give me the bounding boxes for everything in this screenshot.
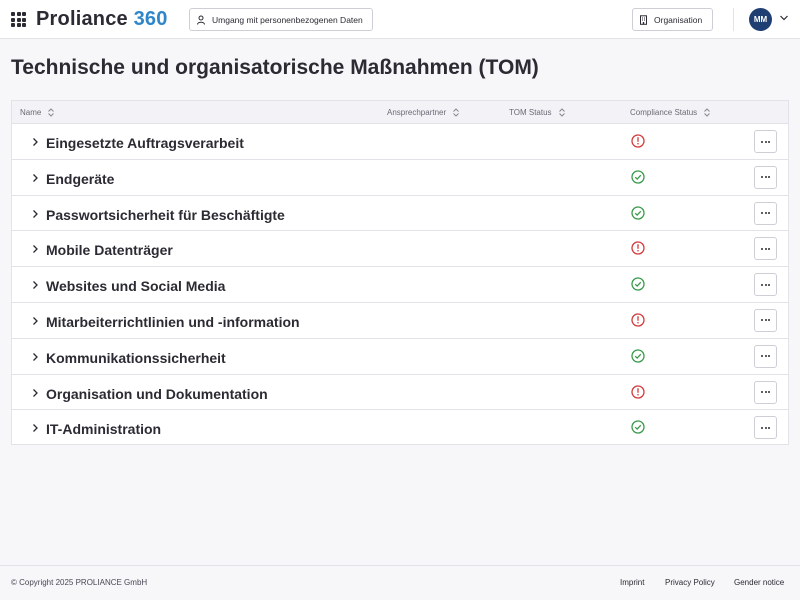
more-icon <box>760 176 771 179</box>
row-more-button[interactable] <box>754 237 777 261</box>
more-icon <box>760 140 771 143</box>
column-header-label: Name <box>20 108 42 117</box>
person-icon <box>197 15 205 25</box>
info-circle-icon <box>631 134 645 153</box>
row-label[interactable]: Mitarbeiterrichtlinien und -information <box>46 314 300 330</box>
row-more-button[interactable] <box>754 344 777 368</box>
check-circle-icon <box>631 349 645 368</box>
info-circle-icon <box>631 241 645 260</box>
chevron-right-icon[interactable] <box>31 244 39 254</box>
table-row[interactable]: Mobile Datenträger <box>12 231 788 268</box>
brand-logo[interactable]: Proliance 360 <box>36 8 168 30</box>
row-more-button[interactable] <box>754 130 777 153</box>
row-label[interactable]: Endgeräte <box>46 171 114 187</box>
table-header: Name Ansprechpartner TOM Status Complian… <box>12 101 788 124</box>
chevron-down-icon[interactable] <box>779 14 789 22</box>
row-more-button[interactable] <box>754 165 777 189</box>
column-header-label: Ansprechpartner <box>387 108 447 117</box>
row-more-button[interactable] <box>754 416 777 440</box>
row-more-button[interactable] <box>754 273 777 297</box>
table-row[interactable]: Eingesetzte Auftragsverarbeit <box>12 124 788 160</box>
row-label[interactable]: Mobile Datenträger <box>46 242 173 258</box>
chevron-right-icon[interactable] <box>31 173 39 183</box>
table-row[interactable]: Websites und Social Media <box>12 267 788 303</box>
brand-name: Proliance <box>36 8 128 30</box>
chevron-right-icon[interactable] <box>31 352 39 362</box>
privacy-policy-link[interactable]: Privacy Policy <box>665 578 715 587</box>
more-icon <box>760 247 771 250</box>
column-header-label: TOM Status <box>509 108 552 117</box>
building-icon <box>640 14 647 25</box>
table-row[interactable]: Kommunikationssicherheit <box>12 339 788 375</box>
column-header-compliance-status[interactable]: Compliance Status <box>630 108 711 117</box>
check-circle-icon <box>631 170 645 189</box>
info-circle-icon <box>631 384 645 404</box>
more-icon <box>760 319 771 322</box>
row-label[interactable]: IT-Administration <box>46 421 161 437</box>
table-body: Eingesetzte Auftragsverarbeit Endgeräte … <box>12 124 788 446</box>
copyright-text: © Copyright 2025 PROLIANCE GmbH <box>11 578 148 587</box>
sort-icon <box>558 108 565 117</box>
row-label[interactable]: Passwortsicherheit für Beschäftigte <box>46 207 285 223</box>
imprint-link[interactable]: Imprint <box>620 578 644 587</box>
table-row[interactable]: Organisation und Dokumentation <box>12 375 788 411</box>
table-row[interactable]: Endgeräte <box>12 160 788 196</box>
organisation-button-label: Organisation <box>654 14 703 25</box>
row-label[interactable]: Kommunikationssicherheit <box>46 350 226 366</box>
table-row[interactable]: Passwortsicherheit für Beschäftigte <box>12 196 788 232</box>
sort-icon <box>48 108 55 117</box>
check-circle-icon <box>631 420 645 439</box>
table-row[interactable]: Mitarbeiterrichtlinien und -information <box>12 303 788 339</box>
chevron-right-icon[interactable] <box>31 137 39 147</box>
brand-number: 360 <box>133 8 168 30</box>
header-divider <box>733 8 734 31</box>
row-more-button[interactable] <box>754 201 777 225</box>
more-icon <box>760 355 771 358</box>
sort-icon <box>453 108 460 117</box>
chevron-right-icon[interactable] <box>31 209 39 219</box>
chevron-right-icon[interactable] <box>31 280 39 290</box>
row-label[interactable]: Eingesetzte Auftragsverarbeit <box>46 135 244 151</box>
gender-notice-link[interactable]: Gender notice <box>734 578 784 587</box>
row-more-button[interactable] <box>754 308 777 332</box>
tom-table: Name Ansprechpartner TOM Status Complian… <box>11 100 789 445</box>
column-header-label: Compliance Status <box>630 108 698 117</box>
personal-data-button-label: Umgang mit personenbezogenen Daten <box>212 14 363 25</box>
chevron-right-icon[interactable] <box>31 423 39 433</box>
grid-icon[interactable] <box>11 12 26 27</box>
page-title: Technische und organisatorische Maßnahme… <box>11 56 539 79</box>
column-header-tom-status[interactable]: TOM Status <box>509 108 565 117</box>
row-more-button[interactable] <box>754 380 777 404</box>
more-icon <box>760 283 771 286</box>
avatar[interactable]: MM <box>749 8 772 31</box>
organisation-button[interactable]: Organisation <box>632 8 713 31</box>
personal-data-button[interactable]: Umgang mit personenbezogenen Daten <box>189 8 373 31</box>
footer: © Copyright 2025 PROLIANCE GmbH Imprint … <box>0 565 800 600</box>
column-header-contact[interactable]: Ansprechpartner <box>387 108 460 117</box>
chevron-right-icon[interactable] <box>31 388 39 398</box>
row-label[interactable]: Websites und Social Media <box>46 278 225 294</box>
top-bar: Proliance 360 Umgang mit personenbezogen… <box>0 0 800 39</box>
more-icon <box>760 212 771 215</box>
info-circle-icon <box>631 313 645 332</box>
chevron-right-icon[interactable] <box>31 316 39 326</box>
check-circle-icon <box>631 205 645 225</box>
more-icon <box>760 391 771 394</box>
more-icon <box>760 426 771 429</box>
column-header-name[interactable]: Name <box>20 108 55 117</box>
table-row[interactable]: IT-Administration <box>12 410 788 446</box>
check-circle-icon <box>631 277 645 296</box>
sort-icon <box>704 108 711 117</box>
row-label[interactable]: Organisation und Dokumentation <box>46 386 268 402</box>
